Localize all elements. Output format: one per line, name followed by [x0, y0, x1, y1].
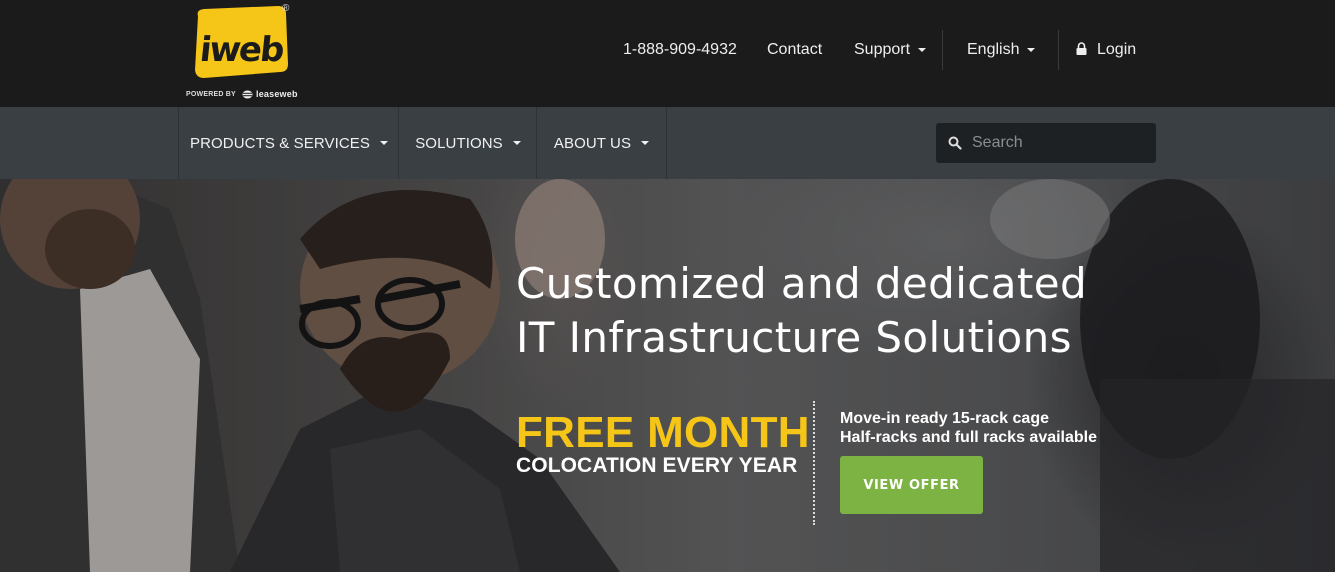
caret-down-icon: [512, 141, 521, 145]
support-label: Support: [854, 41, 911, 58]
view-offer-button[interactable]: VIEW OFFER: [840, 456, 983, 514]
main-nav: PRODUCTS & SERVICES SOLUTIONS ABOUT US: [0, 107, 1335, 179]
offer-line-1: Move-in ready 15-rack cage: [840, 410, 1049, 427]
nav-products-services[interactable]: PRODUCTS & SERVICES: [178, 107, 399, 179]
divider: [942, 30, 943, 70]
powered-by: POWERED BY leaseweb: [186, 89, 298, 99]
nav-solutions[interactable]: SOLUTIONS: [398, 107, 537, 179]
promo-subtitle: COLOCATION EVERY YEAR: [516, 454, 798, 477]
promo-title: FREE MONTH: [516, 408, 810, 457]
caret-down-icon: [380, 141, 388, 145]
search-input[interactable]: [972, 134, 1152, 152]
nav-label: SOLUTIONS: [415, 134, 503, 152]
login-label: Login: [1097, 41, 1137, 58]
powered-by-label: POWERED BY: [186, 90, 236, 98]
hero-overlay: [0, 179, 1335, 572]
language-label: English: [967, 41, 1020, 58]
nav-label: PRODUCTS & SERVICES: [190, 134, 370, 152]
dotted-divider: [813, 401, 815, 525]
offer-line-2: Half-racks and full racks available: [840, 429, 1098, 446]
support-dropdown[interactable]: Support: [854, 41, 927, 59]
leaseweb-label: leaseweb: [256, 89, 298, 99]
phone-number-link[interactable]: 1-888-909-4932: [623, 41, 737, 59]
registered-mark: ®: [282, 3, 290, 14]
login-link[interactable]: Login: [1076, 41, 1136, 59]
caret-down-icon: [641, 141, 650, 145]
language-dropdown[interactable]: English: [967, 41, 1036, 59]
iweb-logo[interactable]: ® iweb POWERED BY leaseweb: [186, 2, 298, 100]
top-bar: ® iweb POWERED BY leaseweb 1-888-909-493…: [0, 0, 1335, 107]
headline-line-2: IT Infrastructure Solutions: [516, 313, 1072, 362]
search-icon: [948, 136, 962, 150]
lock-icon: [1076, 42, 1087, 55]
logo-wordmark: iweb: [197, 30, 285, 70]
caret-down-icon: [1027, 47, 1036, 52]
divider: [1058, 30, 1059, 70]
hero-headline: Customized and dedicated IT Infrastructu…: [516, 257, 1087, 365]
nav-label: ABOUT US: [553, 134, 632, 152]
hero-banner: Customized and dedicated IT Infrastructu…: [0, 179, 1335, 572]
search-box[interactable]: [936, 123, 1156, 163]
leaseweb-icon: [242, 90, 253, 98]
contact-link[interactable]: Contact: [767, 41, 822, 59]
nav-about-us[interactable]: ABOUT US: [536, 107, 667, 179]
headline-line-1: Customized and dedicated: [516, 259, 1088, 308]
caret-down-icon: [918, 47, 927, 52]
